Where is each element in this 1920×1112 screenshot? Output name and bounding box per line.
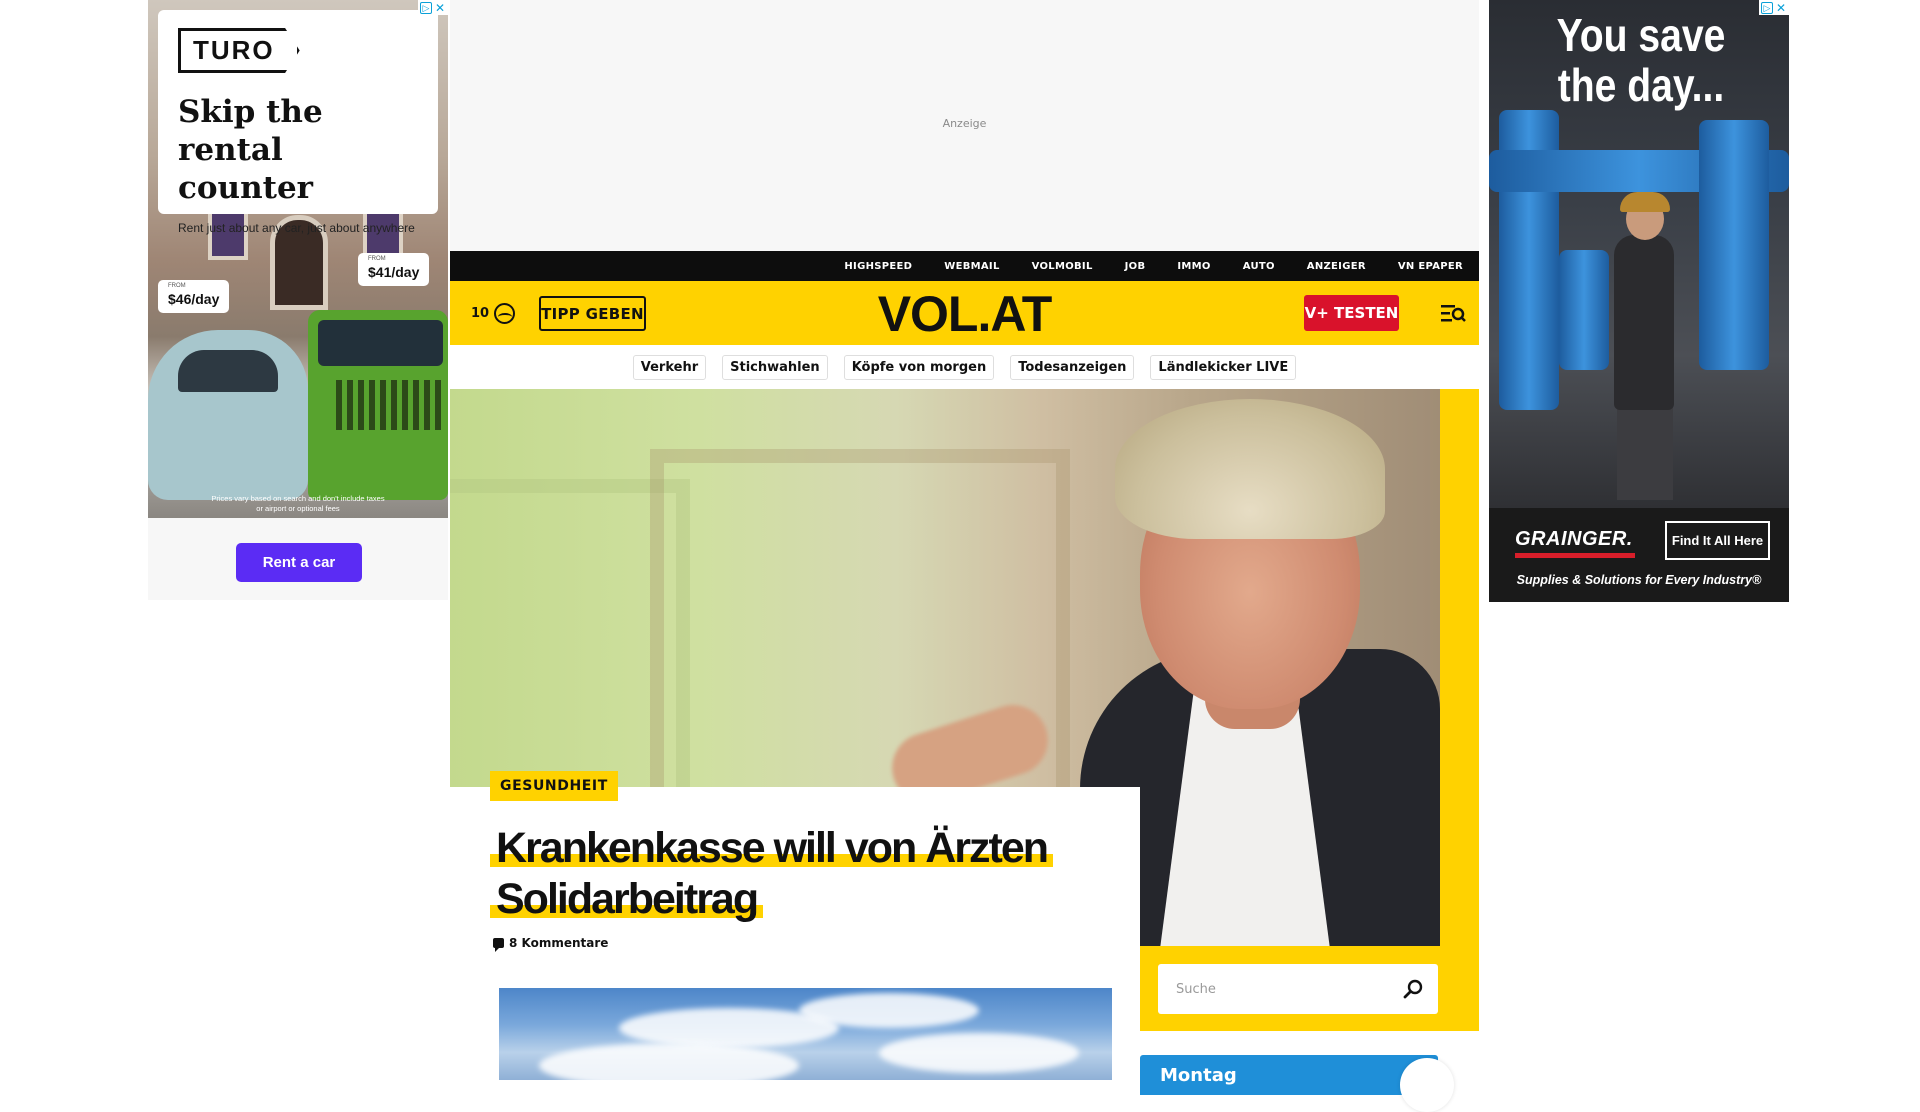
grainger-logo-underline [1515, 553, 1635, 558]
grainger-tagline: Supplies & Solutions for Every Industry® [1516, 573, 1762, 587]
hero-side-accent [1440, 389, 1479, 946]
utility-link-highspeed[interactable]: HIGHSPEED [844, 261, 912, 272]
utility-link-job[interactable]: JOB [1125, 261, 1146, 272]
topic-chip-verkehr[interactable]: Verkehr [632, 354, 707, 380]
utility-link-webmail[interactable]: WEBMAIL [944, 261, 999, 272]
utility-link-immo[interactable]: IMMO [1177, 261, 1210, 272]
ad-photo-pipe [1699, 120, 1769, 370]
headline-line-1: Krankenkasse will von Ärzten [490, 824, 1053, 872]
turo-logo: TURO [178, 28, 300, 73]
ad-info-icon[interactable]: ▷ [420, 1, 432, 14]
price-from-label: FROM [368, 256, 386, 262]
v-plus-testen-button[interactable]: V+ TESTEN [1304, 295, 1399, 331]
turo-ad-card: TURO Skip the rental counter Rent just a… [158, 10, 438, 235]
magnifier-icon[interactable] [1402, 978, 1424, 1000]
ad-close-icon[interactable]: ✕ [1775, 2, 1787, 14]
utility-link-auto[interactable]: AUTO [1243, 261, 1275, 272]
utility-link-vn-epaper[interactable]: VN EPAPER [1398, 261, 1463, 272]
utility-link-anzeiger[interactable]: ANZEIGER [1307, 261, 1366, 272]
comments-link[interactable]: 8 Kommentare [493, 936, 609, 952]
topic-chip-stichwahlen[interactable]: Stichwahlen [722, 354, 828, 380]
ad-photo-worker-body [1614, 235, 1674, 410]
ad-photo-worker-hat [1620, 192, 1670, 212]
article-headline[interactable]: Krankenkasse will von Ärzten Solidarbeit… [490, 823, 1130, 925]
price-amount: $46/day [168, 291, 220, 307]
turo-headline: Skip the rental counter [178, 94, 323, 206]
price-tag: FROM $41/day [358, 253, 430, 286]
turo-disclaimer: Prices vary based on search and don't in… [211, 494, 385, 513]
topic-chip-koepfe-von-morgen[interactable]: Köpfe von morgen [843, 354, 995, 380]
search-panel [1140, 946, 1479, 1031]
headline-line-2: Solidarbeitrag [490, 875, 764, 923]
find-it-all-here-button[interactable]: Find It All Here [1665, 521, 1770, 560]
turo-subline: Rent just about any car, just about anyw… [178, 221, 415, 235]
grainger-ad[interactable]: You save the day... GRAINGER. Find It Al… [1489, 0, 1789, 602]
ad-slot-label: Anzeige [942, 117, 987, 130]
grainger-logo: GRAINGER. [1515, 528, 1633, 550]
comment-bubble-icon [493, 938, 504, 952]
ad-choices[interactable]: ▷ ✕ [1759, 0, 1789, 15]
site-header: 10 TIPP GEBEN VOL.AT V+ TESTEN [450, 281, 1479, 345]
weather-card[interactable]: Montag [1140, 1055, 1438, 1095]
price-amount: $41/day [368, 264, 420, 280]
ad-photo-worker-legs [1617, 400, 1673, 500]
price-from-label: FROM [168, 283, 186, 289]
utility-link-volmobil[interactable]: VOLMOBIL [1032, 261, 1093, 272]
menu-search-icon[interactable] [1440, 301, 1466, 325]
topic-chip-todesanzeigen[interactable]: Todesanzeigen [1010, 354, 1135, 380]
search-box [1158, 964, 1438, 1014]
image-cloud [879, 1033, 1079, 1073]
topic-chip-laendlekicker-live[interactable]: Ländlekicker LIVE [1150, 354, 1297, 380]
hero-person-hair [1115, 399, 1385, 539]
weather-day: Montag [1160, 1065, 1237, 1086]
article-image[interactable] [499, 988, 1112, 1080]
rent-a-car-button[interactable]: Rent a car [236, 543, 362, 582]
category-badge[interactable]: GESUNDHEIT [490, 771, 618, 801]
utility-bar: HIGHSPEED WEBMAIL VOLMOBIL JOB IMMO AUTO… [450, 251, 1479, 281]
search-input[interactable] [1158, 964, 1388, 1014]
ad-info-icon[interactable]: ▷ [1761, 1, 1773, 14]
ad-close-icon[interactable]: ✕ [434, 2, 446, 14]
grainger-headline: You save the day... [1556, 9, 1726, 111]
ad-slot: Anzeige [450, 0, 1479, 251]
weather-toggle-button[interactable] [1400, 1058, 1454, 1112]
topic-nav: Verkehr Stichwahlen Köpfe von morgen Tod… [450, 345, 1479, 389]
ad-choices[interactable]: ▷ ✕ [418, 0, 448, 15]
article-teaser[interactable]: GESUNDHEIT Krankenkasse will von Ärzten … [450, 771, 1140, 952]
comments-count: 8 Kommentare [509, 936, 609, 950]
price-tag: FROM $46/day [158, 280, 230, 313]
ad-photo-blue-car [148, 330, 308, 500]
ad-photo-pipe [1559, 250, 1609, 370]
turo-ad[interactable]: TURO Skip the rental counter Rent just a… [148, 0, 448, 600]
ad-photo-green-car [308, 310, 448, 500]
image-cloud [799, 993, 979, 1028]
image-cloud [539, 1043, 799, 1080]
